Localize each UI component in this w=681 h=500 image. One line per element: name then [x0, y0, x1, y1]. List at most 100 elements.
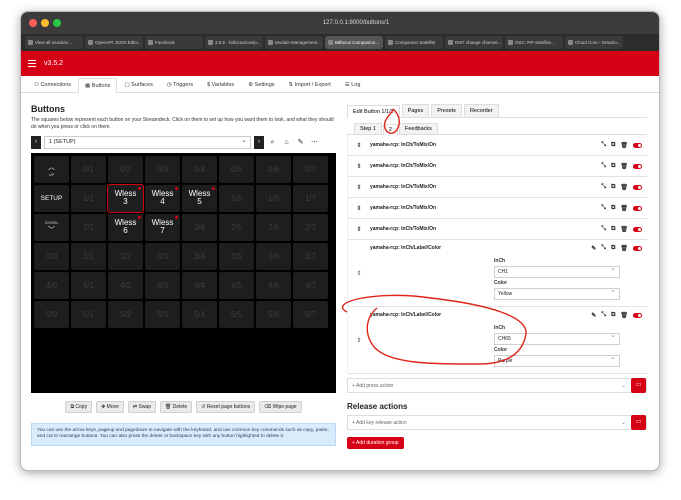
grid-button[interactable]: 0/1 — [71, 155, 106, 183]
enable-toggle[interactable] — [633, 312, 642, 318]
editor-tab[interactable]: Pages — [401, 104, 430, 117]
grid-button[interactable]: 3/2 — [108, 242, 143, 270]
grid-button[interactable]: 2/7 — [293, 213, 328, 241]
nav-tab-import-export[interactable]: ⇅ Import / Export — [282, 77, 338, 92]
nav-tab-log[interactable]: ☰ Log — [338, 77, 368, 92]
delete-icon[interactable]: 🗑 — [620, 226, 628, 233]
copy-button[interactable]: ⧉ Copy — [65, 400, 93, 413]
grid-button[interactable]: 0/2 — [108, 155, 143, 183]
grid-button[interactable]: Wless 5 — [182, 184, 217, 212]
grid-button[interactable]: 4/0 — [34, 271, 69, 299]
maximize-window-icon[interactable] — [53, 19, 61, 27]
grid-button[interactable]: 3/5 — [219, 242, 254, 270]
wipe-page-button[interactable]: ⌫ Wipe page — [259, 400, 302, 413]
field-select[interactable]: Yellow — [494, 286, 620, 300]
enable-toggle[interactable] — [633, 142, 642, 148]
menu-icon[interactable] — [28, 60, 36, 67]
grid-button[interactable]: 2/4 — [182, 213, 217, 241]
home-icon[interactable]: ⌂ — [281, 136, 292, 149]
delete-button[interactable]: 🗑 Delete — [160, 400, 193, 413]
duplicate-icon[interactable]: ⧉ — [611, 245, 615, 252]
grid-button[interactable]: 5/0 — [34, 300, 69, 328]
nav-tab-connections[interactable]: ⚇ Connections — [27, 77, 78, 92]
grid-button[interactable]: 4/3 — [145, 271, 180, 299]
grid-button[interactable]: 4/1 — [71, 271, 106, 299]
add-press-action-select[interactable]: + Add press action ⌄ ▭ — [347, 378, 647, 393]
delete-icon[interactable]: 🗑 — [620, 163, 628, 170]
nav-tab-variables[interactable]: $ Variables — [200, 77, 241, 92]
grid-button[interactable]: 3/1 — [71, 242, 106, 270]
expand-icon[interactable]: ⤡ — [601, 184, 606, 191]
browser-tab[interactable]: Cloud Core › Downlo... — [565, 36, 623, 49]
browser-tab[interactable]: OSC: RP-Satellite... — [505, 36, 563, 49]
duplicate-icon[interactable]: ⧉ — [611, 226, 615, 233]
delete-icon[interactable]: 🗑 — [620, 245, 628, 252]
grid-button[interactable]: ︿ UP — [34, 155, 69, 183]
step-tab[interactable]: Feedbacks — [398, 123, 438, 134]
expand-icon[interactable]: ⤡ — [601, 142, 606, 149]
grid-button[interactable]: 4/7 — [293, 271, 328, 299]
more-icon[interactable]: ⋯ — [309, 136, 320, 149]
edit-icon[interactable]: ✎ — [591, 312, 596, 319]
enable-toggle[interactable] — [633, 226, 642, 232]
grid-button[interactable]: 1/6 — [256, 184, 291, 212]
duplicate-icon[interactable]: ⧉ — [611, 312, 615, 319]
grid-button[interactable]: 4/4 — [182, 271, 217, 299]
grid-button[interactable]: 1/7 — [293, 184, 328, 212]
folder-icon[interactable]: ▭ — [631, 415, 646, 430]
nav-tab-surfaces[interactable]: ▢ Surfaces — [117, 77, 159, 92]
duplicate-icon[interactable]: ⧉ — [611, 142, 615, 149]
edit-icon[interactable]: ✎ — [295, 136, 306, 149]
delete-icon[interactable]: 🗑 — [620, 205, 628, 212]
duplicate-icon[interactable]: ⧉ — [611, 184, 615, 191]
expand-icon[interactable]: ⤡ — [601, 312, 606, 319]
grid-button[interactable]: 5/5 — [219, 300, 254, 328]
grid-button[interactable]: 1/1 — [71, 184, 106, 212]
grid-button[interactable]: 0/7 — [293, 155, 328, 183]
enable-toggle[interactable] — [633, 205, 642, 211]
grid-button[interactable]: 5/2 — [108, 300, 143, 328]
reset-page-buttons-button[interactable]: ↺ Reset page buttons — [196, 400, 256, 413]
field-select[interactable]: Purple — [494, 353, 620, 367]
expand-icon[interactable]: ⤡ — [601, 163, 606, 170]
enable-toggle[interactable] — [633, 245, 642, 251]
grid-button[interactable]: Wless 7 — [145, 213, 180, 241]
grid-button[interactable]: 5/3 — [145, 300, 180, 328]
field-select[interactable]: CH65 — [494, 331, 620, 345]
grid-button[interactable]: 5/1 — [71, 300, 106, 328]
grid-button[interactable]: SETUP — [34, 184, 69, 212]
grid-button[interactable]: 3/3 — [145, 242, 180, 270]
grid-button[interactable]: 4/2 — [108, 271, 143, 299]
enable-toggle[interactable] — [633, 184, 642, 190]
delete-icon[interactable]: 🗑 — [620, 184, 628, 191]
drag-handle-icon[interactable]: ⇕ — [348, 205, 370, 212]
enable-toggle[interactable] — [633, 163, 642, 169]
grid-button[interactable]: 0/5 — [219, 155, 254, 183]
drag-handle-icon[interactable]: ⇕ — [348, 142, 370, 149]
grid-button[interactable]: Wless 4 — [145, 184, 180, 212]
step-tab[interactable]: Step 1 — [354, 123, 382, 134]
grid-button[interactable]: 1/5 — [219, 184, 254, 212]
expand-icon[interactable]: ⤡ — [601, 245, 606, 252]
field-select[interactable]: CH1 — [494, 264, 620, 278]
expand-icon[interactable]: ⤡ — [601, 205, 606, 212]
grid-button[interactable]: DOWN ﹀ — [34, 213, 69, 241]
delete-icon[interactable]: 🗑 — [620, 142, 628, 149]
expand-icon[interactable]: ⤡ — [601, 226, 606, 233]
next-page-button[interactable]: › — [254, 135, 264, 149]
address-bar[interactable]: 127.0.0.1:8000/buttons/1 — [291, 16, 421, 30]
delete-icon[interactable]: 🗑 — [620, 312, 628, 319]
swap-button[interactable]: ⇄ Swap — [127, 400, 156, 413]
grid-button[interactable]: 4/6 — [256, 271, 291, 299]
step-tab[interactable]: 2 — [382, 124, 398, 135]
grid-button[interactable]: 2/5 — [219, 213, 254, 241]
page-select[interactable]: 1 (SETUP) — [44, 135, 251, 149]
grid-button[interactable]: 2/6 — [256, 213, 291, 241]
grid-button[interactable]: 3/4 — [182, 242, 217, 270]
add-release-action-select[interactable]: + Add key release action ⌄ ▭ — [347, 415, 647, 430]
grid-button[interactable]: 3/7 — [293, 242, 328, 270]
grid-button[interactable]: 3/6 — [256, 242, 291, 270]
minimize-window-icon[interactable] — [41, 19, 49, 27]
drag-handle-icon[interactable]: ⇕ — [348, 184, 370, 191]
nav-tab-triggers[interactable]: ◷ Triggers — [160, 77, 200, 92]
